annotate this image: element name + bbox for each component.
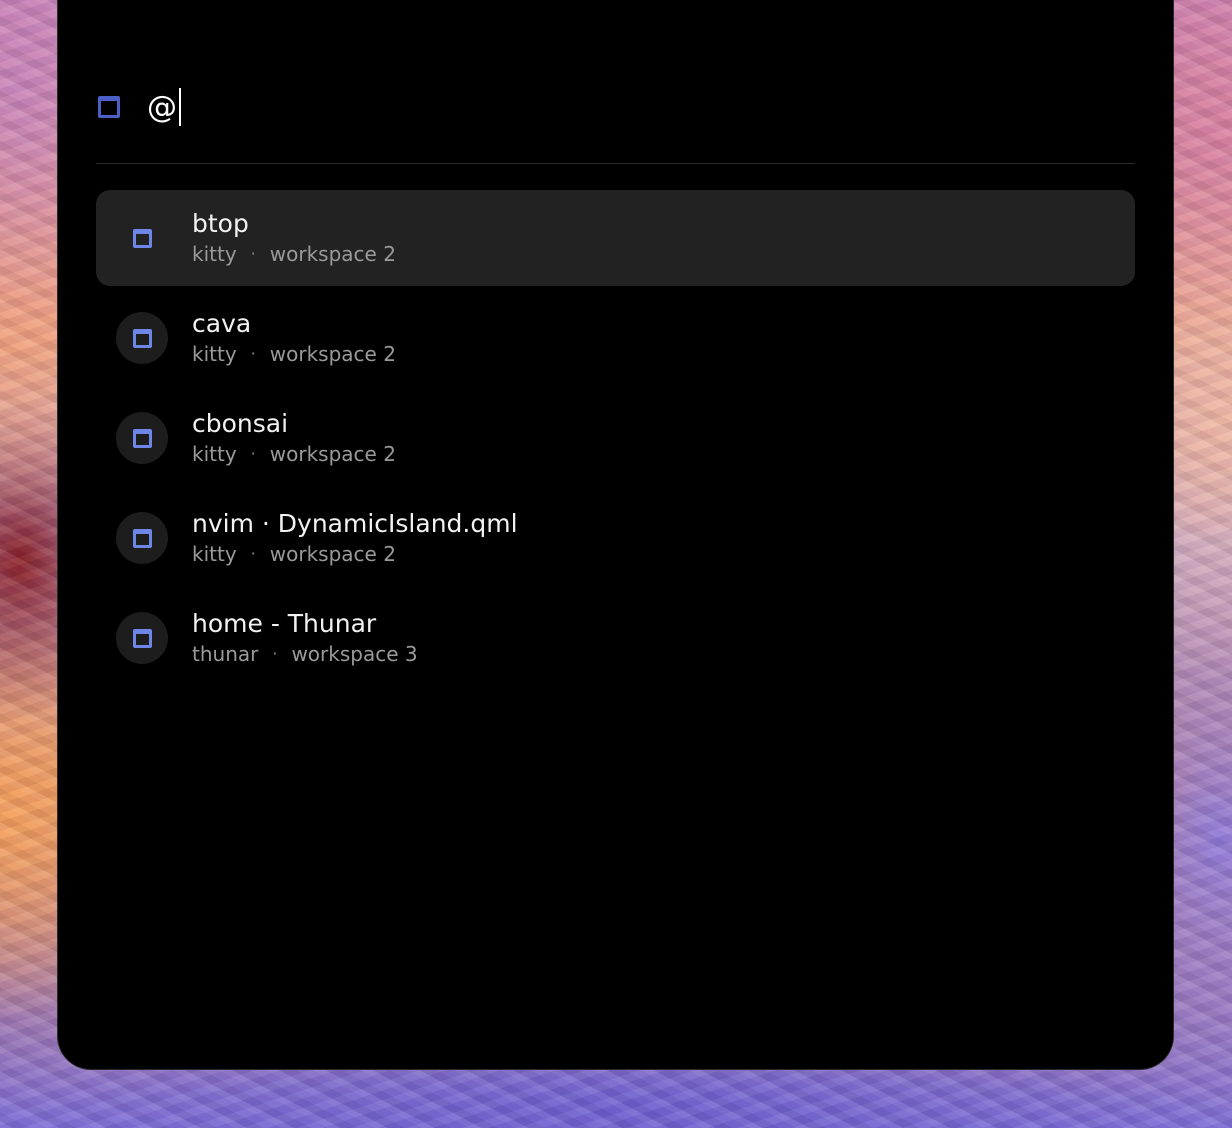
result-workspace: workspace 2 [269, 342, 396, 366]
result-separator: · [250, 444, 256, 463]
search-input[interactable]: @ [147, 85, 181, 129]
result-item-cbonsai[interactable]: cbonsai kitty · workspace 2 [96, 390, 1135, 486]
result-workspace: workspace 2 [269, 542, 396, 566]
result-separator: · [250, 544, 256, 563]
result-title: cbonsai [192, 409, 289, 438]
window-icon [116, 212, 168, 264]
result-app: kitty [192, 442, 237, 466]
result-workspace: workspace 3 [291, 642, 418, 666]
result-title: nvim · DynamicIsland.qml [192, 509, 518, 538]
result-separator: · [250, 244, 256, 263]
result-item-nvim[interactable]: nvim · DynamicIsland.qml kitty · workspa… [96, 490, 1135, 586]
window-switcher-panel: @ btop kitty · workspace 2 cava kitty · [57, 0, 1174, 1070]
result-item-btop[interactable]: btop kitty · workspace 2 [96, 190, 1135, 286]
result-app: kitty [192, 542, 237, 566]
search-bar[interactable]: @ [96, 82, 1135, 132]
result-item-cava[interactable]: cava kitty · workspace 2 [96, 290, 1135, 386]
window-icon [116, 612, 168, 664]
result-workspace: workspace 2 [269, 242, 396, 266]
result-title: home - Thunar [192, 609, 377, 638]
result-app: thunar [192, 642, 259, 666]
result-app: kitty [192, 342, 237, 366]
window-icon [116, 512, 168, 564]
result-title: cava [192, 309, 252, 338]
text-caret [179, 88, 181, 126]
result-separator: · [250, 344, 256, 363]
result-title: btop [192, 209, 249, 238]
window-icon [116, 312, 168, 364]
result-item-thunar[interactable]: home - Thunar thunar · workspace 3 [96, 590, 1135, 686]
window-icon [96, 94, 122, 120]
result-workspace: workspace 2 [269, 442, 396, 466]
result-app: kitty [192, 242, 237, 266]
result-separator: · [272, 644, 278, 663]
divider [96, 163, 1135, 164]
search-query: @ [147, 89, 177, 125]
results-list: btop kitty · workspace 2 cava kitty · wo… [96, 190, 1135, 690]
window-icon [116, 412, 168, 464]
